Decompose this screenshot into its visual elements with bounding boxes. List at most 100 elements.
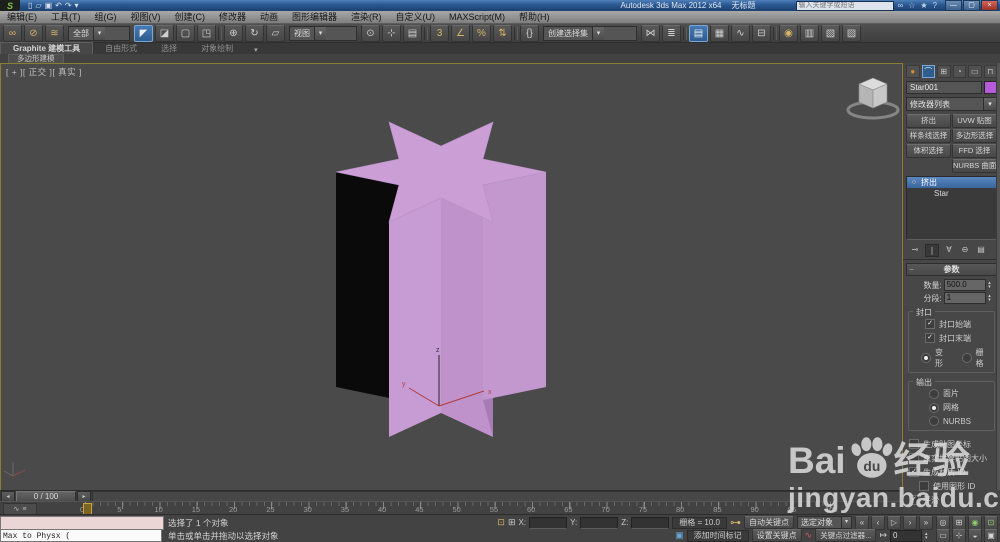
render-production-icon[interactable]: ▨ xyxy=(842,24,861,42)
modifier-preset-button[interactable]: UVW 贴图 xyxy=(952,114,997,128)
viewport-canvas[interactable]: [ + ][ 正交 ][ 真实 ] z x y xyxy=(0,63,903,491)
next-frame-button[interactable]: › xyxy=(903,515,917,530)
macro-recorder-pane[interactable] xyxy=(0,516,164,530)
radio-icon[interactable] xyxy=(929,416,939,426)
radio-row[interactable]: 变形 xyxy=(921,347,950,369)
modifier-preset-button[interactable]: NURBS 曲面选择 xyxy=(952,159,997,173)
separator[interactable] xyxy=(683,26,687,40)
track-bar[interactable]: ∿≡ 0510152025303540455055606570758085909… xyxy=(0,501,903,516)
quick-access-dropdown-icon[interactable]: ▾ xyxy=(75,0,79,11)
key-filters-button[interactable]: 关键点过滤器... xyxy=(815,529,877,542)
amount-field[interactable]: 500.0 xyxy=(943,279,987,291)
render-setup-icon[interactable]: ▥ xyxy=(800,24,819,42)
select-and-manipulate-icon[interactable]: ⊹ xyxy=(382,24,401,42)
select-by-name-icon[interactable]: ◪ xyxy=(155,24,174,42)
current-frame-field[interactable]: 0 xyxy=(890,529,922,542)
rect-selection-region-icon[interactable]: ▢ xyxy=(176,24,195,42)
menu-item[interactable]: 自定义(U) xyxy=(389,11,443,23)
segments-spinner[interactable]: ▴ ▾ xyxy=(988,294,996,303)
absolute-offset-toggle-icon[interactable]: ⊞ xyxy=(508,517,516,528)
ribbon-tab[interactable]: 选择 xyxy=(149,43,189,54)
help-icon[interactable]: ? xyxy=(933,1,937,10)
checkbox-row[interactable]: 平滑 xyxy=(903,493,1000,507)
checkbox-icon[interactable] xyxy=(909,439,919,449)
snaps-toggle-3d-icon[interactable]: 3 xyxy=(430,24,449,42)
lock-selection-icon[interactable]: ⊡ xyxy=(497,517,505,528)
checkbox-row[interactable]: 封口始端 xyxy=(911,317,992,331)
search-icon[interactable]: ∞ xyxy=(898,1,904,10)
radio-row[interactable]: 栅格 xyxy=(961,347,991,369)
parameters-rollout-header[interactable]: − 参数 xyxy=(906,263,997,276)
maxscript-mini-listener[interactable]: Max to Physx ( xyxy=(0,529,162,542)
modify-tab-icon[interactable]: ⌒ xyxy=(921,65,935,78)
checkbox-icon[interactable] xyxy=(925,319,935,329)
checkbox-icon[interactable] xyxy=(909,495,919,505)
pan-button[interactable]: ⊹ xyxy=(952,528,966,542)
unlink-selection-icon[interactable]: ⊘ xyxy=(24,24,43,42)
material-editor-icon[interactable]: ◉ xyxy=(779,24,798,42)
minimize-button[interactable]: — xyxy=(945,0,962,11)
checkbox-row[interactable]: 使用图形 ID xyxy=(903,479,1000,493)
modifier-preset-button[interactable]: FFD 选择 xyxy=(952,144,997,158)
redo-icon[interactable]: ↷ xyxy=(65,0,72,11)
add-time-tag-button[interactable]: 添加时间标记 xyxy=(686,529,749,542)
go-to-end-button[interactable]: » xyxy=(919,515,933,530)
maximize-viewport-button[interactable]: ▣ xyxy=(984,528,998,542)
mirror-icon[interactable]: ⋈ xyxy=(641,24,660,42)
zoom-region-button[interactable]: ▭ xyxy=(936,528,950,542)
remove-modifier-icon[interactable]: ⊖ xyxy=(959,244,971,255)
menu-item[interactable]: 创建(C) xyxy=(168,11,213,23)
star-object[interactable] xyxy=(335,121,547,437)
utilities-tab-icon[interactable]: ⊓ xyxy=(983,65,997,78)
checkbox-icon[interactable] xyxy=(909,467,919,477)
ribbon-tab[interactable]: 自由形式 xyxy=(93,43,149,54)
mini-track-view-icon[interactable]: ≡ xyxy=(22,506,26,513)
play-button[interactable]: ▷ xyxy=(887,515,901,530)
modifier-preset-button[interactable]: 样条线选择 xyxy=(906,129,951,143)
selection-filter-dropdown[interactable]: 全部 ▾ xyxy=(68,25,130,41)
panel-scrollbar[interactable] xyxy=(996,63,1000,490)
y-coordinate-field[interactable] xyxy=(580,516,619,529)
radio-icon[interactable] xyxy=(961,353,972,363)
object-name-field[interactable]: Star001 xyxy=(906,81,982,94)
menu-item[interactable]: 组(G) xyxy=(88,11,124,23)
new-file-icon[interactable]: ▯ xyxy=(28,0,32,11)
mini-curve-editor-icon[interactable]: ∿ xyxy=(14,505,20,513)
menu-item[interactable]: 动画 xyxy=(253,11,285,23)
use-pivot-point-center-icon[interactable]: ⊙ xyxy=(361,24,380,42)
stack-item-star[interactable]: Star xyxy=(907,188,996,199)
radio-row[interactable]: 网格 xyxy=(929,401,992,414)
separator[interactable] xyxy=(514,26,518,40)
modifier-list-dropdown[interactable]: 修改器列表 ▾ xyxy=(906,97,997,111)
new-key-curve-icon[interactable]: ∿ xyxy=(805,530,813,541)
bind-to-space-warp-icon[interactable]: ≋ xyxy=(45,24,64,42)
checkbox-row[interactable]: 生成材质 ID xyxy=(903,465,1000,479)
amount-spinner[interactable]: ▴ ▾ xyxy=(988,281,996,290)
z-coordinate-field[interactable] xyxy=(631,516,670,529)
frame-spinner[interactable]: ▴ ▾ xyxy=(925,531,933,540)
ribbon-panel-polygon-modeling[interactable]: 多边形建模 xyxy=(8,54,64,63)
add-time-tag-icon[interactable]: ▣ xyxy=(675,530,684,541)
modifier-preset-button[interactable]: 体积选择 xyxy=(906,144,951,158)
favorites-icon[interactable]: ★ xyxy=(920,1,927,10)
maximize-button[interactable]: ▢ xyxy=(963,0,980,11)
ribbon-tab[interactable]: 对象绘制 xyxy=(189,43,245,54)
reference-coordinate-dropdown[interactable]: 视图 ▾ xyxy=(289,25,357,41)
undo-icon[interactable]: ↶ xyxy=(55,0,62,11)
separator[interactable] xyxy=(218,26,222,40)
auto-key-button[interactable]: 自动关键点 xyxy=(744,516,794,529)
previous-frame-button[interactable]: ‹ xyxy=(871,515,885,530)
radio-row[interactable]: 面片 xyxy=(929,387,992,400)
layer-manager-icon[interactable]: ▤ xyxy=(689,24,708,42)
ribbon-tab[interactable]: Graphite 建模工具 xyxy=(0,42,94,54)
menu-item[interactable]: 编辑(E) xyxy=(0,11,44,23)
percent-snap-icon[interactable]: % xyxy=(472,24,491,42)
x-coordinate-field[interactable] xyxy=(529,516,568,529)
align-icon[interactable]: ≣ xyxy=(662,24,681,42)
create-tab-icon[interactable]: ● xyxy=(906,65,920,78)
separator[interactable] xyxy=(424,26,428,40)
checkbox-row[interactable]: 封口末端 xyxy=(911,331,992,345)
orbit-button[interactable]: ◒ xyxy=(968,528,982,542)
checkbox-icon[interactable] xyxy=(925,333,935,343)
select-and-scale-icon[interactable]: ▱ xyxy=(266,24,285,42)
